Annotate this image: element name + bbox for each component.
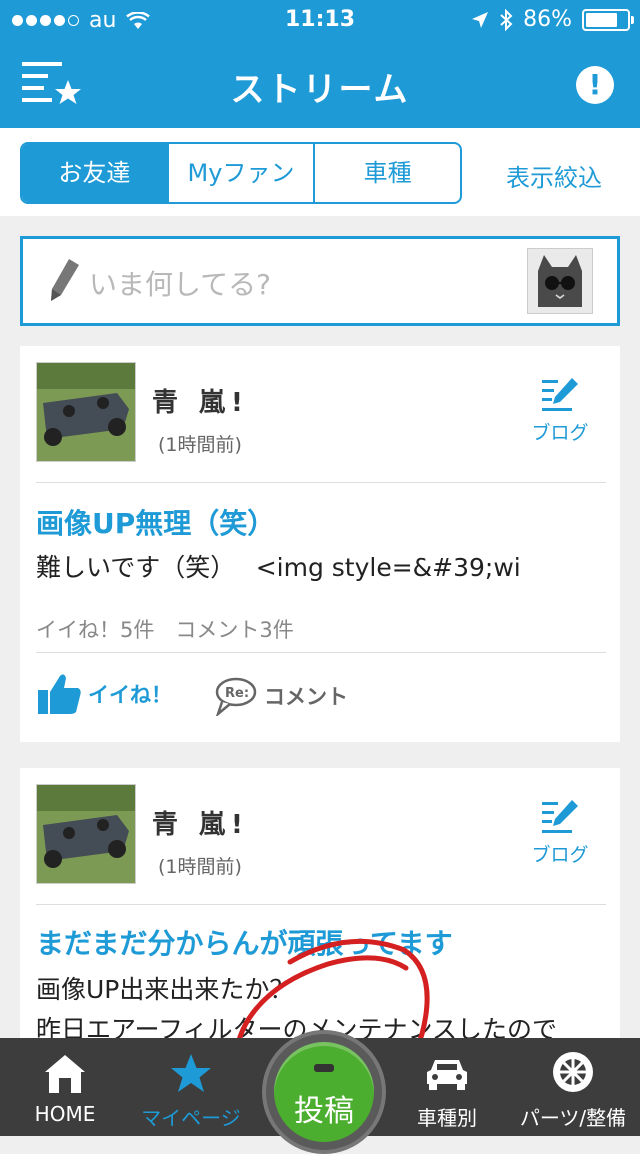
star-icon: [171, 1054, 211, 1092]
post-time: (1時間前): [158, 434, 242, 456]
home-icon: [45, 1055, 85, 1093]
comment-button[interactable]: Re: コメント: [212, 676, 348, 716]
post-author[interactable]: 青 嵐!: [152, 804, 249, 841]
post-card[interactable]: 青 嵐! (1時間前) ブログ 画像UP無理（笑） 難しいです（笑） <img …: [20, 346, 620, 742]
status-right: 86%: [471, 7, 634, 32]
status-bar: au 11:13 86%: [0, 0, 640, 40]
blog-edit-icon: [542, 378, 578, 411]
post-button-face: 投稿: [274, 1042, 374, 1142]
battery-percent: 86%: [523, 7, 572, 32]
post-slot-icon: [314, 1064, 334, 1072]
post-author-thumbnail[interactable]: [36, 362, 136, 462]
comment-label: コメント: [264, 685, 348, 709]
divider: [36, 482, 606, 483]
tab-home-label: HOME: [34, 1102, 96, 1126]
battery-icon: [582, 8, 634, 31]
post-time: (1時間前): [158, 856, 242, 878]
blog-edit-icon: [542, 800, 578, 833]
nav-header: ストリーム !: [0, 40, 640, 128]
divider: [36, 652, 606, 653]
post-button[interactable]: 投稿: [262, 1030, 386, 1154]
comment-bubble-icon: Re:: [215, 677, 257, 716]
tab-parts-label: パーツ/整備: [519, 1106, 627, 1130]
car-icon: [427, 1060, 467, 1090]
info-icon[interactable]: !: [576, 66, 614, 104]
post-author-thumbnail[interactable]: [36, 784, 136, 884]
wheel-icon: [553, 1052, 593, 1092]
segment-my-fans[interactable]: Myファン: [169, 144, 316, 202]
blog-label: ブログ: [531, 844, 589, 866]
user-avatar[interactable]: [527, 248, 593, 314]
blog-button[interactable]: ブログ: [530, 798, 590, 867]
filter-button[interactable]: 表示絞込: [506, 158, 602, 193]
post-card[interactable]: 青 嵐! (1時間前) ブログ まだまだ分からんが頑張ってます 画像UP出来出来…: [20, 768, 620, 1068]
segment-car-type[interactable]: 車種: [315, 144, 460, 202]
compose-box[interactable]: いま何してる?: [20, 236, 620, 326]
location-arrow-icon: [472, 11, 489, 28]
like-label: イイね！: [88, 683, 172, 707]
svg-text:Re:: Re:: [225, 686, 249, 701]
post-body[interactable]: 難しいです（笑） <img style=&#39;wi: [36, 550, 521, 586]
stream-segment-control: お友達 Myファン 車種: [20, 142, 462, 204]
tab-car-type-label: 車種別: [417, 1106, 477, 1130]
segment-friends[interactable]: お友達: [22, 144, 169, 202]
post-title[interactable]: 画像UP無理（笑）: [36, 502, 275, 542]
blog-label: ブログ: [531, 422, 589, 444]
blog-button[interactable]: ブログ: [530, 376, 590, 445]
like-button[interactable]: イイね！: [36, 672, 172, 716]
bluetooth-icon: [500, 8, 513, 31]
post-body-line-1[interactable]: 画像UP出来出来たか？: [36, 972, 294, 1008]
post-stats[interactable]: イイね！5件 コメント3件: [36, 614, 294, 644]
post-author[interactable]: 青 嵐!: [152, 382, 249, 419]
thumbs-up-icon: [38, 674, 81, 714]
tab-mypage-label: マイページ: [141, 1106, 241, 1130]
post-title[interactable]: まだまだ分からんが頑張ってます: [36, 922, 453, 962]
pencil-icon: [51, 259, 79, 301]
tab-home[interactable]: HOME: [18, 1038, 112, 1136]
tab-parts[interactable]: パーツ/整備: [512, 1038, 634, 1136]
post-button-label: 投稿: [294, 1094, 354, 1129]
segment-area: お友達 Myファン 車種 表示絞込: [0, 128, 640, 216]
tab-mypage[interactable]: マイページ: [136, 1038, 246, 1136]
compose-placeholder: いま何してる?: [89, 268, 272, 301]
page-title: ストリーム: [230, 70, 410, 110]
divider: [36, 904, 606, 905]
tab-car-type[interactable]: 車種別: [404, 1038, 490, 1136]
